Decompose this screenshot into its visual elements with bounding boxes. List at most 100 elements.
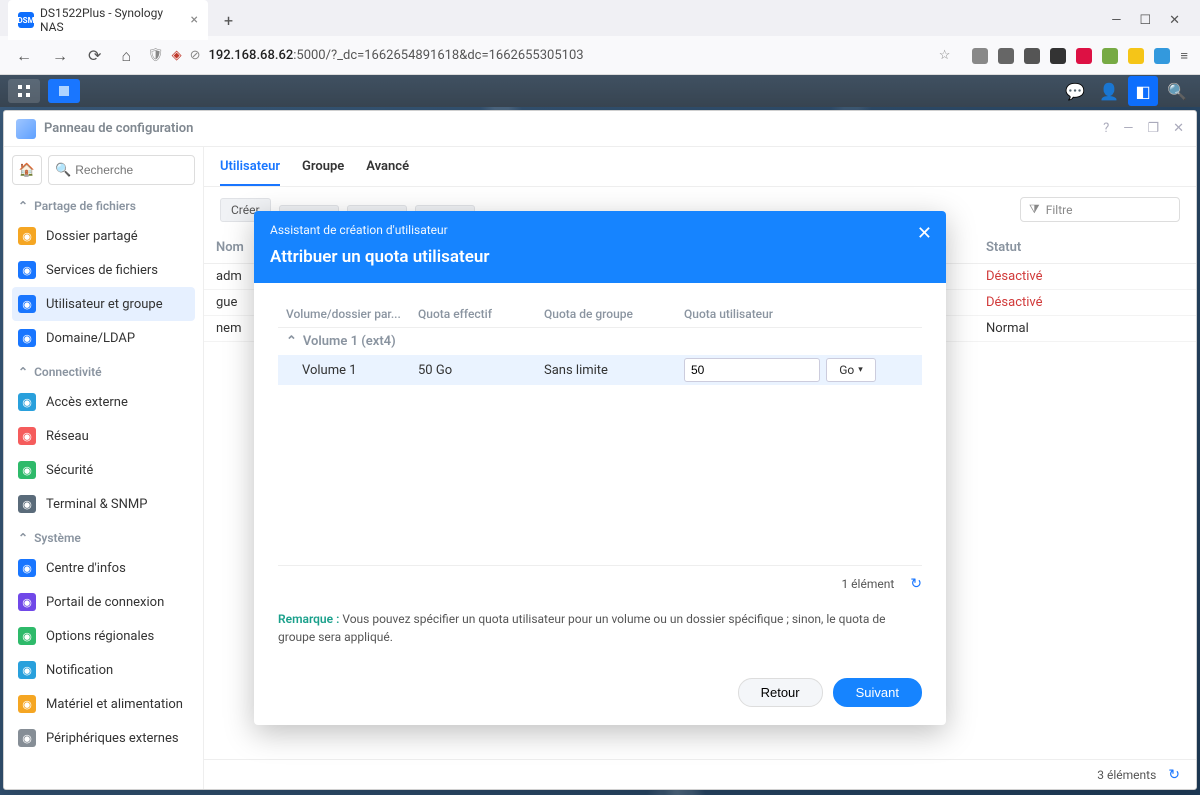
note-text: Vous pouvez spécifier un quota utilisate… [278,612,885,644]
tab-utilisateur[interactable]: Utilisateur [220,159,280,186]
widgets-icon[interactable]: ◧ [1128,76,1158,106]
sidebar-item[interactable]: ◉ Portail de connexion [12,585,195,619]
sidebar-item-label: Sécurité [46,463,93,478]
chevron-up-icon: ⌃ [18,365,28,379]
ext-icon-3[interactable] [1024,48,1040,64]
volume-group-row[interactable]: ⌃ Volume 1 (ext4) [278,328,922,355]
new-tab-button[interactable]: + [216,7,241,34]
sidebar-item[interactable]: ◉Centre d'infos [12,551,195,585]
ext-icon-6[interactable] [1102,48,1118,64]
permissions-icon[interactable]: ◈ [172,48,182,63]
tab-close-icon[interactable]: × [191,12,198,28]
mh-group[interactable]: Quota de groupe [536,307,676,321]
help-icon[interactable]: ? [1103,121,1109,136]
ext-icon-2[interactable] [998,48,1014,64]
mh-user[interactable]: Quota utilisateur [676,307,886,321]
chevron-down-icon: ▾ [858,365,863,375]
sidebar-search[interactable]: 🔍 [48,155,195,185]
sidebar-item[interactable]: ◉Utilisateur et groupe [12,287,195,321]
notify-icon[interactable]: 💬 [1060,76,1090,106]
browser-tab[interactable]: DSM DS1522Plus - Synology NAS × [8,0,208,40]
sidebar-item[interactable]: ◉Terminal & SNMP [12,487,195,521]
sidebar-item[interactable]: ◉Matériel et alimentation [12,687,195,721]
sidebar-item[interactable]: ◉Domaine/LDAP [12,321,195,355]
sidebar-section-header[interactable]: ⌃Système [12,525,195,551]
favicon-icon: DSM [18,12,34,28]
win-maximize-icon[interactable]: ❐ [1147,121,1159,136]
ext-icon-7[interactable] [1128,48,1144,64]
quota-input[interactable] [684,358,820,382]
sidebar-item-label: Utilisateur et groupe [46,297,163,312]
sidebar-item-icon: ◉ [18,461,36,479]
modal-body: Volume/dossier par... Quota effectif Quo… [254,283,946,664]
quota-row[interactable]: Volume 1 50 Go Sans limite Go ▾ [278,355,922,385]
modal-close-icon[interactable]: ✕ [917,223,932,244]
ext-icon-1[interactable] [972,48,988,64]
sidebar-item[interactable]: ◉ Sécurité [12,453,195,487]
close-window-icon[interactable]: ✕ [1169,13,1180,28]
sidebar-item[interactable]: ◉Accès externe [12,385,195,419]
back-button[interactable]: ← [12,42,36,70]
note-label: Remarque : [278,612,339,626]
sidebar-home-button[interactable]: 🏠 [12,155,42,185]
sidebar-item-label: Notification [46,663,113,678]
user-icon[interactable]: 👤 [1094,76,1124,106]
url-region[interactable]: 🛡 ◈ ⊘ 192.168.68.62:5000/?_dc=1662654891… [147,48,927,63]
control-panel-taskbar-button[interactable] [48,79,80,103]
sidebar-item[interactable]: ◉Notification [12,653,195,687]
modal-footer: Retour Suivant [254,664,946,725]
sidebar-item-icon: ◉ [18,593,36,611]
refresh-icon[interactable]: ↻ [1168,767,1180,783]
quota-modal: Assistant de création d'utilisateur Attr… [254,211,946,725]
sidebar-item[interactable]: ◉Dossier partagé [12,219,195,253]
window-app-icon [16,119,36,139]
ext-icon-5[interactable] [1076,48,1092,64]
quota-table-header: Volume/dossier par... Quota effectif Quo… [278,301,922,328]
maximize-icon[interactable]: ☐ [1139,13,1151,28]
sidebar-item-icon: ◉ [18,427,36,445]
forward-button[interactable]: → [48,42,72,70]
tab-groupe[interactable]: Groupe [302,159,344,186]
modal-header: Assistant de création d'utilisateur Attr… [254,211,946,283]
modal-note: Remarque : Vous pouvez spécifier un quot… [278,610,922,646]
menu-icon[interactable]: ≡ [1180,48,1188,64]
url-text[interactable]: 192.168.68.62:5000/?_dc=1662654891618&dc… [209,48,584,63]
mh-volume[interactable]: Volume/dossier par... [278,307,410,321]
reload-button[interactable]: ⟳ [84,42,105,69]
back-button[interactable]: Retour [738,678,823,707]
sidebar-item-icon: ◉ [18,695,36,713]
sidebar-section-header[interactable]: ⌃Connectivité [12,359,195,385]
bookmark-star-icon[interactable]: ☆ [939,48,951,63]
tab-avancé[interactable]: Avancé [366,159,409,186]
tab-bar: DSM DS1522Plus - Synology NAS × + — ☐ ✕ [0,0,1200,36]
sidebar-search-input[interactable] [75,163,188,177]
dsm-desktop: Panneau de configuration ? — ❐ ✕ 🏠 🔍 ⌃Pa… [0,107,1200,795]
win-close-icon[interactable]: ✕ [1173,121,1184,136]
modal-refresh-icon[interactable]: ↻ [910,576,922,592]
sidebar-item-label: Portail de connexion [46,595,164,610]
control-panel-window: Panneau de configuration ? — ❐ ✕ 🏠 🔍 ⌃Pa… [3,110,1197,790]
sidebar-item[interactable]: ◉Périphériques externes [12,721,195,755]
sidebar-section-header[interactable]: ⌃Partage de fichiers [12,193,195,219]
shield-icon[interactable]: 🛡 [147,48,164,63]
sidebar-item[interactable]: ◉Options régionales [12,619,195,653]
sidebar-item-label: Terminal & SNMP [46,497,147,512]
sidebar-item[interactable]: ◉Services de fichiers [12,253,195,287]
unit-select[interactable]: Go ▾ [826,358,876,382]
win-minimize-icon[interactable]: — [1123,121,1133,136]
search-taskbar-icon[interactable]: 🔍 [1162,76,1192,106]
sidebar-item-icon: ◉ [18,559,36,577]
filter-box[interactable]: ⧩ Filtre [1020,197,1180,222]
main-menu-button[interactable] [8,79,40,103]
next-button[interactable]: Suivant [833,678,922,707]
window-title: Panneau de configuration [44,121,1103,136]
mh-effective[interactable]: Quota effectif [410,307,536,321]
sidebar-item-label: Accès externe [46,395,128,410]
sidebar-item[interactable]: ◉Réseau [12,419,195,453]
row-volume: Volume 1 [278,363,410,378]
minimize-icon[interactable]: — [1111,13,1121,28]
ext-icon-8[interactable] [1154,48,1170,64]
ext-icon-4[interactable] [1050,48,1066,64]
home-icon[interactable]: ⌂ [117,42,135,70]
th-status[interactable]: Statut [974,232,1174,263]
